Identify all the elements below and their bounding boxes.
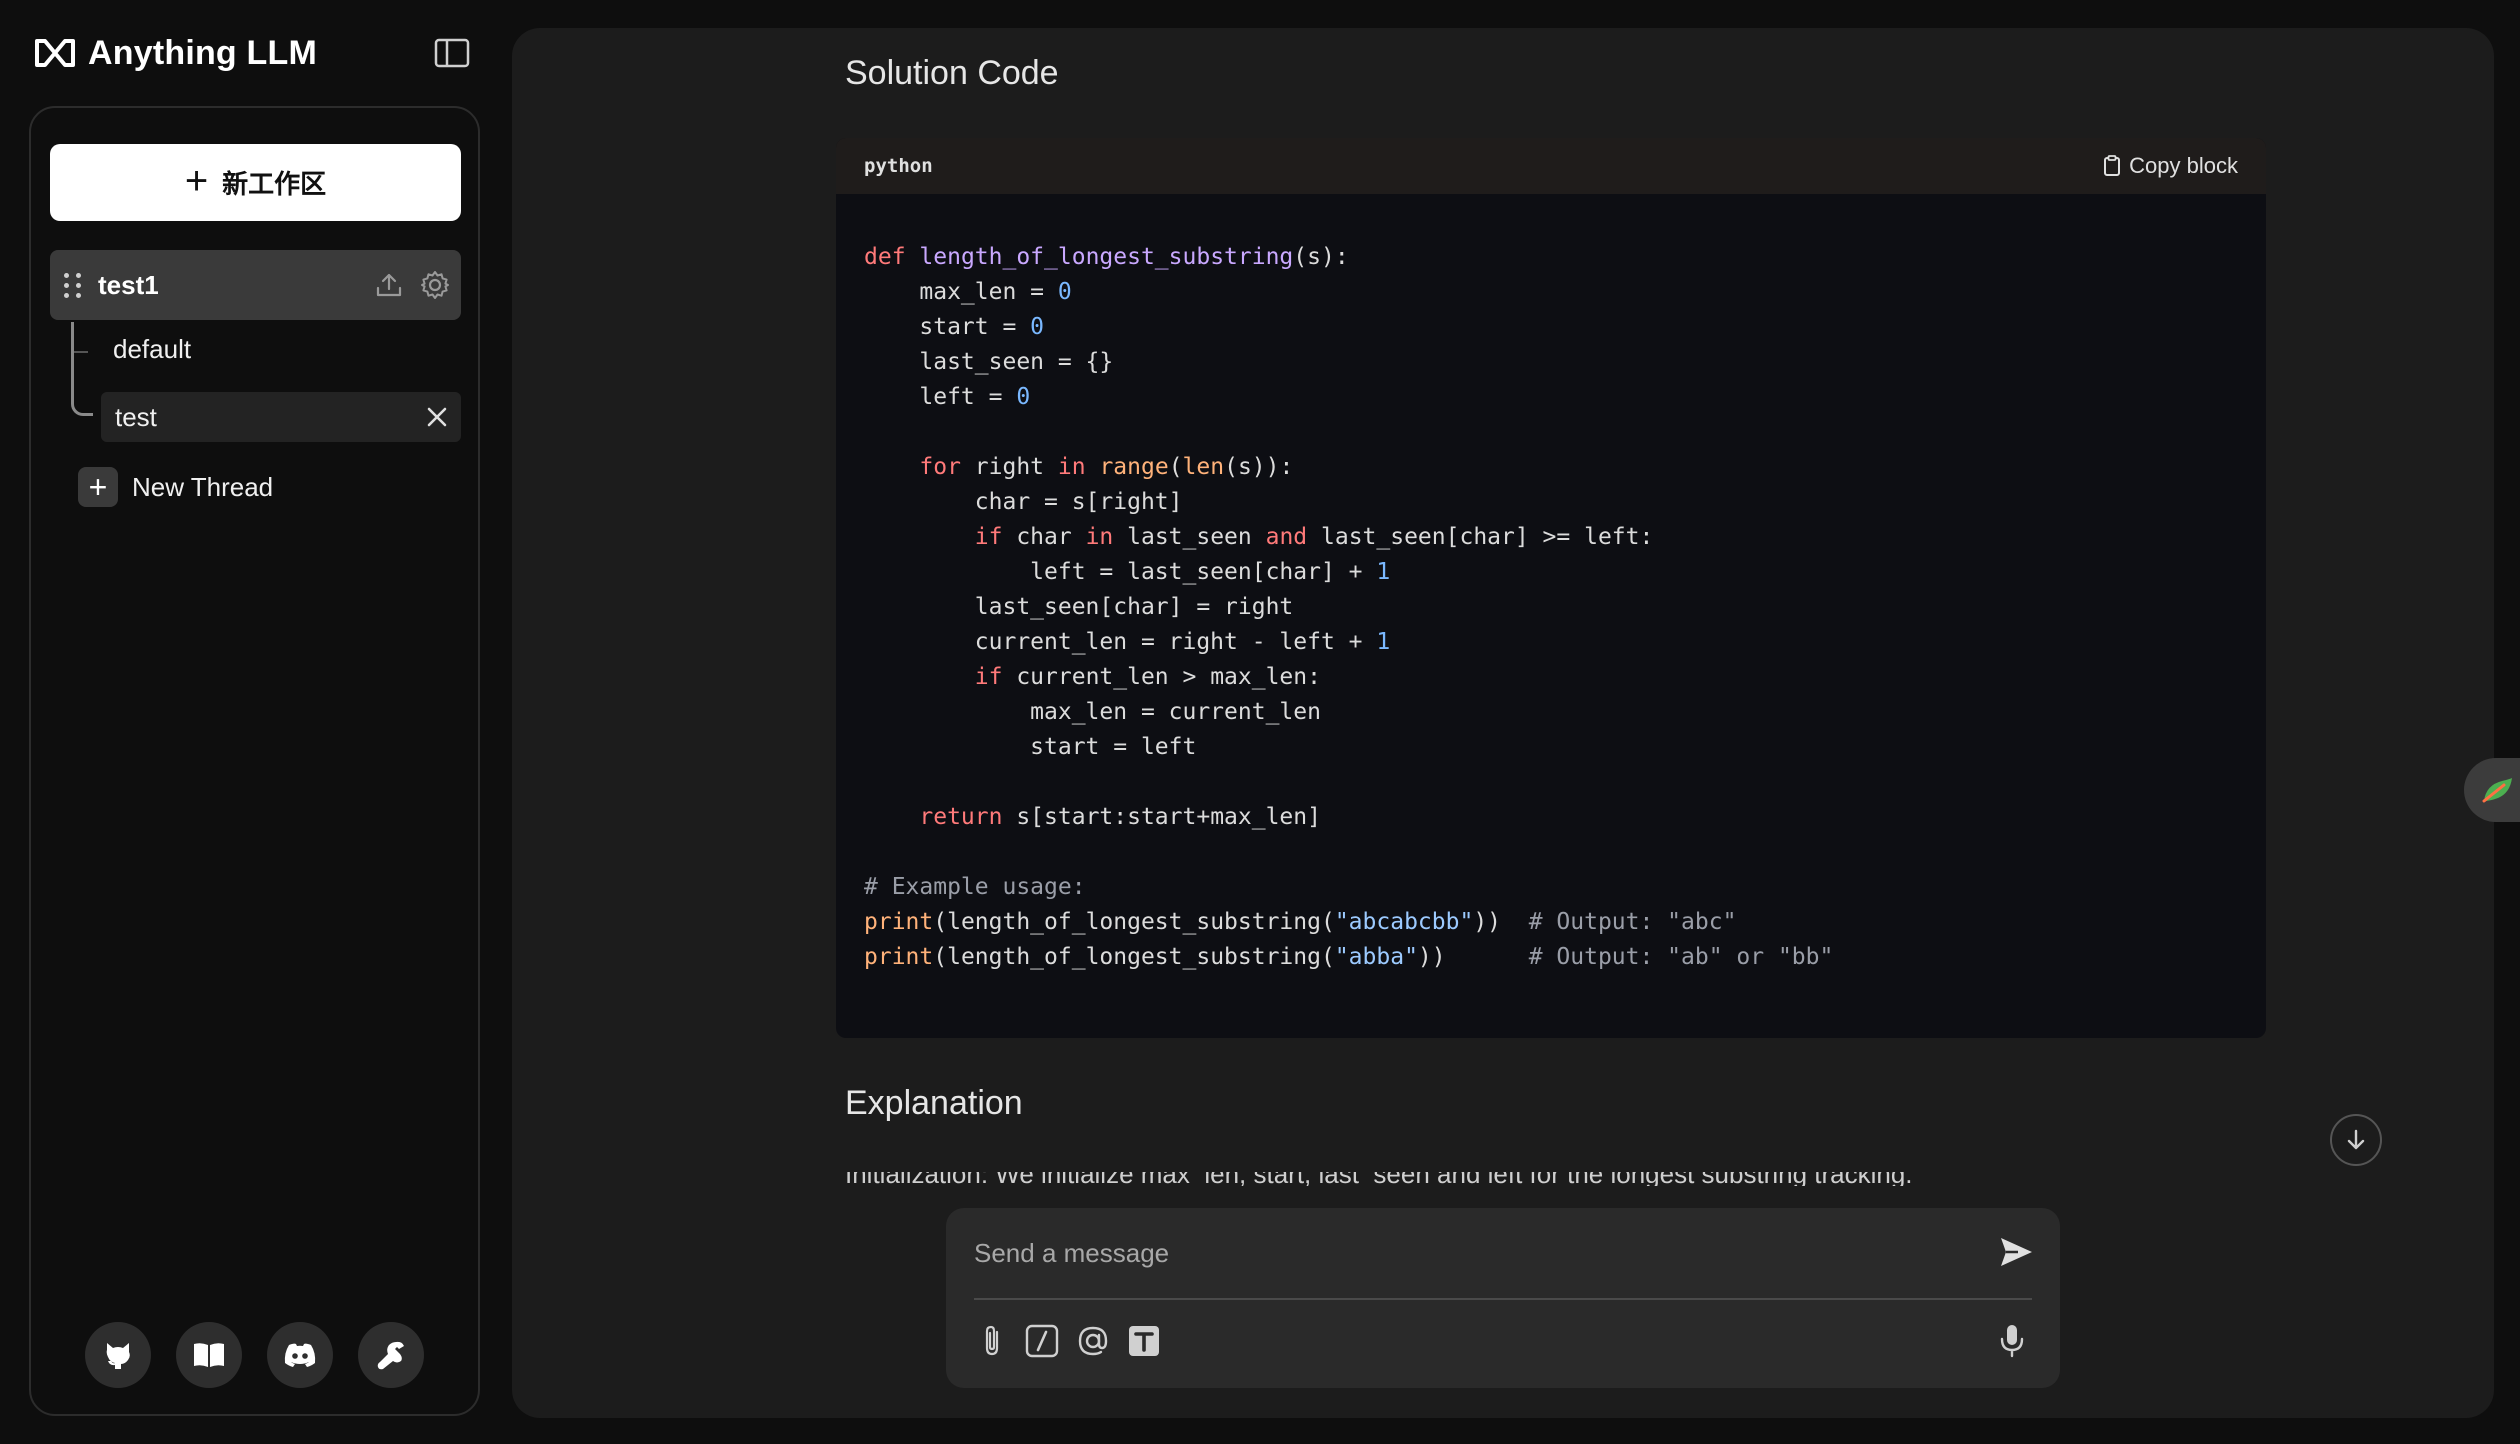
code-line: left = 0 — [864, 384, 1031, 410]
code-line: last_seen = {} — [864, 349, 1114, 375]
workspace-name: test1 — [98, 269, 159, 300]
thread-tree-line — [71, 322, 93, 416]
code-line: if char in last_seen and last_seen[char]… — [974, 524, 1654, 550]
code-line: current_len = right - left + 1 — [864, 629, 1391, 655]
solution-heading: Solution Code — [845, 54, 1059, 92]
app-logo: Anything LLM — [34, 32, 317, 74]
explanation-text: Initialization: We initialize max_len, s… — [845, 1172, 2285, 1186]
thread-item-default[interactable]: default — [113, 334, 191, 365]
github-button[interactable] — [85, 1322, 151, 1388]
docs-button[interactable] — [176, 1322, 242, 1388]
microphone-icon — [2000, 1325, 2024, 1358]
settings-wrench-icon — [377, 1341, 404, 1370]
code-line: left = last_seen[char] + 1 — [864, 559, 1391, 585]
scroll-to-bottom-button[interactable] — [2330, 1114, 2382, 1166]
gear-icon — [421, 271, 449, 299]
anything-llm-logo-icon — [35, 39, 75, 67]
code-line: print(length_of_longest_substring("abba"… — [864, 944, 1834, 970]
upload-button[interactable] — [369, 265, 409, 305]
at-mention-icon — [1078, 1326, 1108, 1356]
code-line: for right in range(len(s)): — [919, 454, 1294, 480]
workspace-item-test1[interactable]: test1 — [50, 250, 461, 320]
discord-icon — [284, 1343, 316, 1367]
sidebar-toggle-icon — [434, 38, 470, 68]
mention-agent-button[interactable] — [1073, 1321, 1113, 1361]
voice-input-button[interactable] — [1992, 1321, 2032, 1361]
discord-button[interactable] — [267, 1322, 333, 1388]
code-line: # Example usage: — [864, 874, 1086, 900]
message-composer — [946, 1208, 2060, 1388]
plus-icon: + — [184, 158, 209, 203]
attach-file-button[interactable] — [972, 1321, 1012, 1361]
message-input[interactable] — [974, 1228, 1954, 1278]
sidebar-toggle-button[interactable] — [432, 36, 472, 70]
text-size-button[interactable] — [1124, 1321, 1164, 1361]
composer-divider — [974, 1298, 2032, 1300]
slash-command-icon — [1025, 1324, 1059, 1358]
code-line: if current_len > max_len: — [974, 664, 1321, 690]
new-thread-label: New Thread — [132, 471, 274, 502]
arrow-down-icon — [2347, 1129, 2365, 1150]
upload-icon — [376, 273, 402, 297]
extension-leaf-icon — [2482, 778, 2512, 803]
code-line: start = 0 — [864, 314, 1045, 340]
code-line: return s[start:start+max_len] — [919, 804, 1321, 830]
close-icon — [427, 407, 447, 427]
clipboard-icon — [2104, 155, 2121, 176]
copy-block-label: Copy block — [2129, 153, 2238, 178]
github-icon — [106, 1343, 130, 1369]
code-line: start = left — [864, 734, 1197, 760]
new-workspace-button[interactable]: + 新工作区 — [50, 144, 461, 221]
code-content: def length_of_longest_substring(s): max_… — [836, 194, 2266, 975]
copy-block-button[interactable]: Copy block — [2103, 153, 2238, 179]
slash-command-button[interactable] — [1022, 1321, 1062, 1361]
code-language: python — [864, 155, 933, 177]
code-block-header: python Copy block — [836, 138, 2266, 194]
delete-thread-button[interactable] — [417, 397, 457, 437]
plus-icon: + — [78, 467, 118, 507]
workspace-settings-button[interactable] — [415, 265, 455, 305]
thread-label: test — [115, 401, 157, 432]
thread-tree-tick — [74, 351, 88, 353]
code-line: last_seen[char] = right — [864, 594, 1294, 620]
send-button[interactable] — [1992, 1228, 2040, 1276]
code-line: max_len = current_len — [864, 699, 1321, 725]
explanation-text-cut: Initialization: We initialize max_len, s… — [845, 1172, 2285, 1186]
code-line: max_len = 0 — [864, 279, 1072, 305]
thread-item-test[interactable]: test — [101, 392, 461, 442]
settings-button[interactable] — [358, 1322, 424, 1388]
chat-panel: Solution Code python Copy block def leng… — [512, 28, 2494, 1418]
code-line: char = s[right] — [864, 489, 1183, 515]
attachment-icon — [985, 1325, 999, 1356]
app-name: Anything LLM — [88, 33, 318, 72]
text-size-icon — [1129, 1326, 1159, 1356]
code-line: def length_of_longest_substring(s): — [864, 244, 1349, 270]
code-block: python Copy block def length_of_longest_… — [836, 138, 2266, 1038]
explanation-heading: Explanation — [845, 1084, 1023, 1122]
new-thread-button[interactable]: + New Thread — [78, 467, 273, 507]
send-icon — [2001, 1238, 2032, 1266]
drag-handle-icon[interactable] — [64, 272, 84, 298]
code-line: print(length_of_longest_substring("abcab… — [864, 909, 1737, 935]
sidebar: + 新工作区 test1 default test + New Thread — [29, 106, 480, 1416]
side-extension-widget[interactable] — [2464, 758, 2520, 822]
new-workspace-label: 新工作区 — [222, 170, 327, 200]
docs-book-icon — [194, 1343, 224, 1367]
